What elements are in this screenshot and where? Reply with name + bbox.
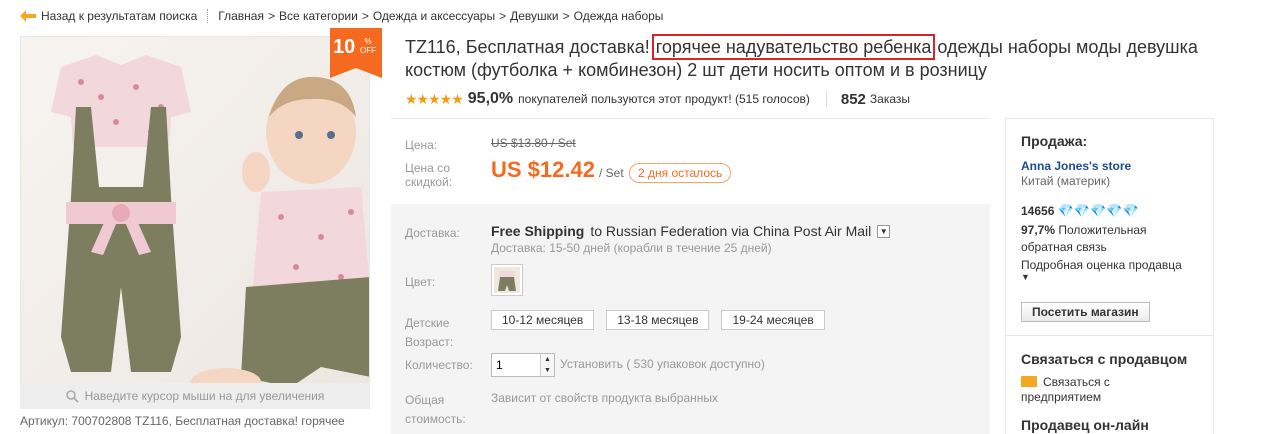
- discount-price-value: US $12.42: [491, 157, 595, 182]
- seller-heading: Продажа:: [1021, 133, 1088, 149]
- old-price: US $13.80 / Set: [491, 136, 576, 150]
- shipping-destination: to Russian Federation via China Post Air…: [590, 223, 872, 239]
- size-option[interactable]: 19-24 месяцев: [721, 310, 825, 330]
- discount-price: US $12.42/ Set: [491, 157, 624, 183]
- breadcrumb-separator: >: [562, 9, 570, 23]
- quantity-down-icon[interactable]: ▼: [541, 365, 554, 376]
- seller-score-value: 14656: [1021, 204, 1055, 218]
- caret-down-icon[interactable]: ▼: [1021, 272, 1030, 282]
- quantity-spinner: ▲ ▼: [540, 354, 554, 376]
- shipping-dropdown-button[interactable]: ▼: [877, 224, 891, 238]
- rating-stars: ★★★★★: [405, 90, 464, 107]
- magnifier-icon: [65, 389, 79, 403]
- envelope-icon: [1021, 376, 1037, 387]
- rating-divider: [825, 91, 827, 107]
- feedback-text-2: обратная связь: [1021, 240, 1107, 254]
- contact-heading: Связаться с продавцом: [1021, 351, 1188, 367]
- discount-off-label: % OFF: [360, 37, 376, 55]
- feedback-percent: 97,7%: [1021, 223, 1056, 237]
- product-title: TZ116, Бесплатная доставка! горячее наду…: [405, 34, 1235, 82]
- breadcrumb-all-categories[interactable]: Все категории: [279, 9, 358, 23]
- free-shipping: Free Shipping: [491, 223, 585, 239]
- article-number: Артикул: 700702808 TZ116, Бесплатная дос…: [20, 414, 345, 428]
- size-options: 10-12 месяцев 13-18 месяцев 19-24 месяце…: [491, 310, 825, 330]
- quantity-availability: Установить ( 530 упаковок доступно): [560, 357, 765, 371]
- shipping-time: Доставка: 15-50 дней (корабли в течение …: [491, 241, 772, 255]
- detailed-rating-label: Подробная оценка продавца: [1021, 258, 1182, 272]
- feedback-percent-line: 97,7% Положительная: [1021, 223, 1147, 237]
- breadcrumb-clothing-sets[interactable]: Одежда наборы: [574, 9, 664, 23]
- price-unit: / Set: [598, 166, 624, 180]
- breadcrumb-divider: [207, 9, 209, 23]
- size-option[interactable]: 10-12 месяцев: [491, 310, 595, 330]
- zoom-hint-text: Наведите курсор мыши на для увеличения: [84, 389, 325, 403]
- title-highlight: горячее надувательство ребенка: [651, 34, 936, 60]
- product-image[interactable]: [20, 36, 370, 409]
- shipping-label: Доставка:: [405, 226, 460, 240]
- quantity-stepper: ▲ ▼: [491, 353, 555, 377]
- back-link-label: Назад к результатам поиска: [41, 9, 198, 23]
- store-location: Китай (материк): [1021, 174, 1111, 188]
- product-photo-illustration: [21, 37, 369, 408]
- arrow-left-icon: [20, 10, 36, 22]
- feedback-text-1: Положительная: [1058, 223, 1147, 237]
- breadcrumb-home[interactable]: Главная: [218, 9, 264, 23]
- total-value: Зависит от свойств продукта выбранных: [491, 391, 719, 405]
- seller-panel: Продажа: Anna Jones's store Китай (матер…: [1005, 118, 1214, 434]
- size-option[interactable]: 13-18 месяцев: [606, 310, 710, 330]
- diamond-rating-icon: 💎💎💎💎💎: [1057, 203, 1139, 218]
- breadcrumb-clothing[interactable]: Одежда и аксессуары: [373, 9, 495, 23]
- contact-link-label-2[interactable]: предприятием: [1021, 390, 1101, 404]
- quantity-input[interactable]: [492, 354, 538, 376]
- quantity-label: Количество:: [405, 358, 473, 372]
- breadcrumb: Назад к результатам поиска Главная > Все…: [20, 8, 663, 24]
- seller-divider: [1006, 335, 1213, 336]
- breadcrumb-separator: >: [267, 9, 275, 23]
- days-left-badge: 2 дня осталось: [629, 163, 732, 183]
- swatch-thumbnail: [494, 267, 520, 293]
- price-box: [391, 118, 990, 204]
- orders-label: Заказы: [869, 92, 911, 106]
- visit-store-button[interactable]: Посетить магазин: [1021, 302, 1150, 322]
- rating-percent: 95,0%: [467, 90, 514, 107]
- color-label: Цвет:: [405, 275, 436, 289]
- contact-link[interactable]: Связаться с: [1021, 375, 1110, 389]
- zoom-hint: Наведите курсор мыши на для увеличения: [20, 383, 370, 409]
- contact-link-label-1: Связаться с: [1043, 375, 1110, 389]
- breadcrumb-girls[interactable]: Девушки: [510, 9, 559, 23]
- title-part-1: TZ116, Бесплатная доставка!: [405, 37, 655, 57]
- total-label: Общая стоимость:: [405, 393, 466, 426]
- discount-badge: 10 % OFF: [330, 28, 382, 78]
- price-label: Цена:: [405, 138, 438, 152]
- color-swatch[interactable]: [491, 264, 523, 296]
- detailed-rating-link[interactable]: Подробная оценка продавца: [1021, 258, 1182, 272]
- shipping-info: Free Shipping to Russian Federation via …: [491, 223, 891, 239]
- seller-score: 14656 💎💎💎💎💎: [1021, 203, 1139, 219]
- store-name-link[interactable]: Anna Jones's store: [1021, 159, 1131, 173]
- back-to-results-link[interactable]: Назад к результатам поиска: [20, 9, 197, 23]
- orders-count: 852: [840, 90, 866, 108]
- breadcrumb-separator: >: [499, 9, 507, 23]
- quantity-up-icon[interactable]: ▲: [541, 354, 554, 365]
- discount-value: 10: [333, 36, 356, 58]
- breadcrumb-separator: >: [361, 9, 369, 23]
- size-label: Детские Возраст:: [405, 316, 454, 349]
- discount-price-label: Цена со скидкой:: [405, 161, 453, 189]
- rating-row: ★★★★★ 95,0% покупателей пользуются этот …: [405, 90, 910, 108]
- rating-text[interactable]: покупателей пользуются этот продукт! (51…: [518, 92, 810, 106]
- seller-online-heading: Продавец он-лайн: [1021, 417, 1149, 433]
